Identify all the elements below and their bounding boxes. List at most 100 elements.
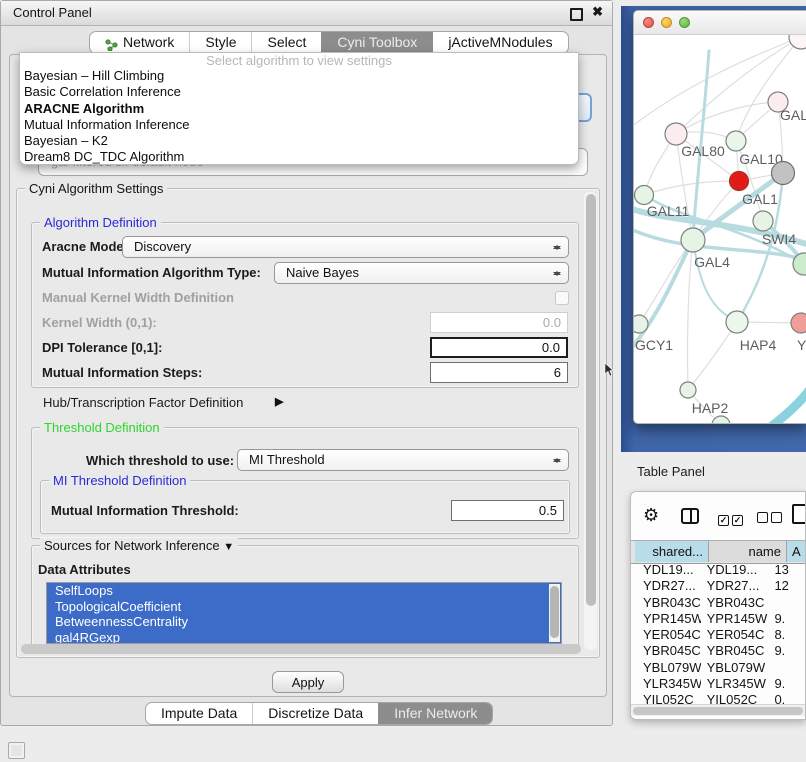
expanded-arrow-icon[interactable]: ▼	[223, 541, 234, 553]
network-node-y[interactable]	[791, 313, 806, 333]
dpi-tolerance-field[interactable]: 0.0	[430, 337, 568, 358]
minimize-button[interactable]	[661, 17, 672, 28]
tab-style[interactable]: Style	[189, 32, 251, 53]
network-edge	[693, 240, 737, 322]
settings-vertical-scrollbar[interactable]	[584, 192, 597, 650]
algorithm-option-aracne-algorithm[interactable]: ARACNE Algorithm	[20, 101, 578, 117]
mi-steps-field[interactable]: 6	[430, 362, 568, 383]
table-row[interactable]: YBR045CYBR045C9.	[631, 643, 805, 659]
network-node[interactable]	[712, 416, 730, 424]
table-row[interactable]: YER054CYER054C8.	[631, 627, 805, 643]
tab-infer-network[interactable]: Infer Network	[378, 703, 492, 724]
network-graph-icon	[105, 36, 118, 49]
attribute-item-topologicalcoefficient[interactable]: TopologicalCoefficient	[47, 599, 561, 615]
network-node-swi4[interactable]	[753, 211, 773, 231]
mi-threshold-field[interactable]: 0.5	[451, 500, 564, 521]
close-button[interactable]	[643, 17, 654, 28]
table-cell: YBR043C	[701, 595, 770, 611]
tab-network[interactable]: Network	[90, 32, 189, 53]
close-icon[interactable]: ✖	[592, 4, 603, 20]
network-edge	[644, 181, 739, 195]
tab-label: Style	[205, 32, 236, 53]
table-cell: 9.	[769, 611, 805, 627]
network-node[interactable]	[772, 162, 795, 185]
table-horizontal-scrollbar[interactable]	[631, 704, 805, 716]
attribute-item-betweennesscentrality[interactable]: BetweennessCentrality	[47, 614, 561, 630]
hub-definition-label[interactable]: Hub/Transcription Factor Definition	[43, 395, 243, 410]
network-edge	[688, 240, 693, 390]
node-label: Y	[797, 337, 806, 353]
network-canvas[interactable]: GALGAL80GAL10GAL1GAL11SWI4GAL4GCY1HAP4YH…	[634, 11, 806, 424]
collapsed-arrow-icon[interactable]: ▶	[275, 395, 283, 408]
table-row[interactable]: YIL052CYIL052C0.	[631, 692, 805, 704]
settings-horizontal-scrollbar[interactable]	[21, 644, 581, 655]
new-table-icon[interactable]	[792, 504, 806, 524]
threshold-definition-title: Threshold Definition	[40, 420, 164, 435]
column-header-a[interactable]: A	[787, 541, 806, 562]
table-panel-window: ⚙ ✓✓ shared...nameA YDL19...YDL19...13YD…	[630, 491, 806, 720]
table-cell: YER054C	[631, 627, 701, 643]
table-row[interactable]: YLR345WYLR345W9.	[631, 676, 805, 692]
table-header: shared...nameA	[631, 540, 805, 564]
data-attributes-list[interactable]: SelfLoopsTopologicalCoefficientBetweenne…	[46, 582, 562, 644]
table-row[interactable]: YDR27...YDR27...12	[631, 578, 805, 594]
algorithm-option-basic-correlation-inference[interactable]: Basic Correlation Inference	[20, 84, 578, 100]
tab-label: Impute Data	[161, 703, 237, 724]
network-edge	[688, 322, 737, 390]
tab-impute-data[interactable]: Impute Data	[146, 703, 252, 724]
algorithm-option-bayesian-k2[interactable]: Bayesian – K2	[20, 133, 578, 149]
split-columns-icon[interactable]	[681, 508, 699, 524]
which-threshold-label: Which threshold to use:	[86, 453, 234, 468]
tab-discretize-data[interactable]: Discretize Data	[252, 703, 378, 724]
gear-icon[interactable]: ⚙	[643, 505, 659, 525]
checked-box-icon: ✓	[718, 515, 729, 526]
network-node-gal80[interactable]	[665, 123, 687, 145]
algorithm-option-bayesian-hill-climbing[interactable]: Bayesian – Hill Climbing	[20, 68, 578, 84]
table-row[interactable]: YPR145WYPR145W9.	[631, 611, 805, 627]
tab-select[interactable]: Select	[251, 32, 321, 53]
aracne-mode-value: Discovery	[134, 239, 191, 254]
attribute-item-gal4rgexp[interactable]: gal4RGexp	[47, 630, 561, 645]
tab-jactivemnodules[interactable]: jActiveMNodules	[432, 32, 567, 53]
mi-type-label: Mutual Information Algorithm Type:	[42, 265, 261, 280]
manual-kernel-checkbox[interactable]	[555, 291, 569, 305]
tab-cyni-toolbox[interactable]: Cyni Toolbox	[321, 32, 432, 53]
network-node-gal1[interactable]	[730, 172, 749, 191]
table-cell: YLR345W	[631, 676, 701, 692]
aracne-mode-combo[interactable]: Discovery	[122, 236, 569, 258]
network-node-gcy1[interactable]	[634, 315, 648, 333]
network-node-hap2[interactable]	[680, 382, 696, 398]
select-all-icon[interactable]: ✓✓	[718, 510, 746, 528]
settings-group-title: Cyni Algorithm Settings	[25, 181, 167, 196]
network-window-titlebar[interactable]	[634, 11, 806, 35]
table-row[interactable]: YBR043CYBR043C	[631, 595, 805, 611]
float-window-icon[interactable]	[570, 8, 583, 21]
network-node-gal11[interactable]	[635, 186, 654, 205]
network-node-hap4[interactable]	[726, 311, 748, 333]
node-label: GAL	[780, 107, 806, 123]
attribute-item-selfloops[interactable]: SelfLoops	[47, 583, 561, 599]
column-header-shared-[interactable]: shared...	[635, 541, 709, 562]
manual-kernel-label: Manual Kernel Width Definition	[42, 290, 234, 305]
zoom-button[interactable]	[679, 17, 690, 28]
table-row[interactable]: YDL19...YDL19...13	[631, 562, 805, 578]
kernel-width-field[interactable]: 0.0	[430, 312, 568, 333]
mi-type-combo[interactable]: Naive Bayes	[274, 262, 569, 284]
table-cell: YIL052C	[631, 692, 701, 704]
apply-button[interactable]: Apply	[272, 671, 344, 693]
table-cell: 8.	[769, 627, 805, 643]
table-cell: YBR043C	[631, 595, 701, 611]
dock-panel-icon[interactable]	[8, 742, 25, 759]
network-node-gal10[interactable]	[726, 131, 746, 151]
network-edge	[759, 379, 806, 424]
window-title: Control Panel	[13, 5, 92, 20]
node-label: GCY1	[635, 337, 673, 353]
algorithm-option-mutual-information-inference[interactable]: Mutual Information Inference	[20, 117, 578, 133]
network-node-gal4[interactable]	[681, 228, 705, 252]
which-threshold-combo[interactable]: MI Threshold	[237, 449, 569, 471]
attribute-list-scrollbar[interactable]	[549, 584, 560, 642]
algorithm-option-dream8-dc-tdc-algorithm[interactable]: Dream8 DC_TDC Algorithm	[20, 149, 578, 165]
table-row[interactable]: YBL079WYBL079W	[631, 660, 805, 676]
column-header-name[interactable]: name	[709, 541, 787, 562]
deselect-all-icon[interactable]	[757, 510, 785, 528]
